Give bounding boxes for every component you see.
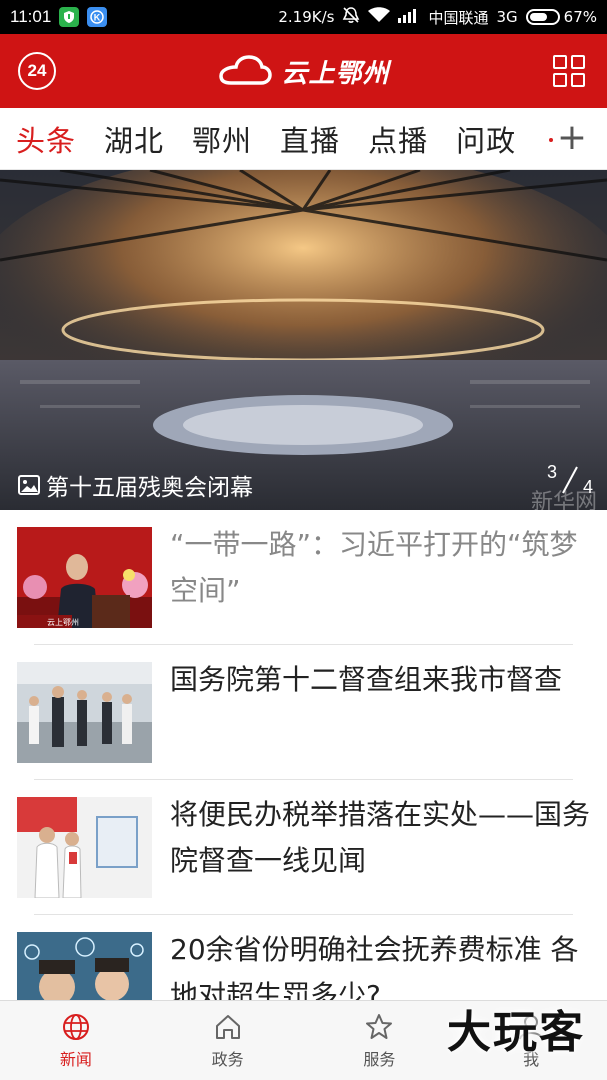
overlay-watermark: 大玩客 bbox=[447, 1007, 585, 1058]
nav-government[interactable]: 政务 bbox=[152, 1001, 304, 1080]
add-channel-button[interactable]: + bbox=[557, 120, 587, 156]
app-header: 24 云上鄂州 bbox=[0, 34, 607, 108]
news-thumbnail: 云上鄂州 bbox=[17, 527, 152, 628]
24-hour-icon[interactable]: 24 bbox=[18, 52, 56, 90]
network-speed: 2.19K/s bbox=[278, 8, 335, 26]
battery-fill bbox=[529, 13, 547, 21]
app-screen: 11:01 K 2.19K/s 中国联通 3G 67% 24 云上鄂州 头条 湖… bbox=[0, 0, 607, 1080]
banner-caption: 第十五届残奥会闭幕 bbox=[18, 468, 253, 502]
slash-icon bbox=[562, 466, 578, 494]
battery-percent: 67% bbox=[563, 8, 597, 26]
svg-text:K: K bbox=[94, 13, 101, 23]
tab-vod[interactable]: 点播 bbox=[368, 118, 428, 160]
carrier: 中国联通 bbox=[428, 8, 489, 27]
star-icon bbox=[366, 1013, 393, 1039]
nav-news-label: 新闻 bbox=[59, 1049, 92, 1069]
banner-current: 3 bbox=[547, 462, 558, 482]
status-bar: 11:01 K 2.19K/s 中国联通 3G 67% bbox=[0, 0, 607, 34]
wifi-icon bbox=[368, 7, 391, 27]
nav-news[interactable]: 新闻 bbox=[0, 1001, 152, 1080]
mute-icon bbox=[342, 6, 360, 28]
banner-carousel[interactable]: 第十五届残奥会闭幕 新华网 3 4 bbox=[0, 170, 607, 510]
globe-icon bbox=[62, 1013, 89, 1040]
home-icon bbox=[215, 1014, 240, 1039]
shield-app-icon bbox=[59, 7, 80, 27]
news-thumbnail bbox=[17, 797, 152, 898]
photo-icon bbox=[18, 475, 40, 495]
nav-government-label: 政务 bbox=[211, 1049, 244, 1069]
banner-image bbox=[0, 170, 607, 510]
news-title: 将便民办税举措落在实处——国务院督查一线见闻 bbox=[170, 798, 591, 877]
tab-wenzheng[interactable]: 问政 bbox=[456, 118, 516, 160]
cloud-logo-icon bbox=[219, 55, 273, 85]
nav-service[interactable]: 服务 bbox=[304, 1001, 456, 1080]
news-item[interactable]: 国务院第十二督查组来我市督查 bbox=[0, 645, 607, 780]
nav-service-label: 服务 bbox=[363, 1049, 396, 1069]
news-thumbnail bbox=[17, 662, 152, 763]
tab-hubei[interactable]: 湖北 bbox=[104, 118, 164, 160]
grid-menu-icon[interactable] bbox=[553, 55, 585, 87]
logo-text: 云上鄂州 bbox=[281, 58, 390, 89]
news-item[interactable]: 将便民办税举措落在实处——国务院督查一线见闻 bbox=[0, 780, 607, 915]
app-logo: 云上鄂州 bbox=[217, 53, 389, 90]
news-list: 云上鄂州 “一带一路”：习近平打开的“筑梦空间” 国务院第十二督查组来我市督查 … bbox=[0, 510, 607, 1050]
banner-counter: 3 4 bbox=[547, 462, 593, 498]
k-app-icon: K bbox=[87, 7, 108, 27]
news-title: 国务院第十二督查组来我市督查 bbox=[170, 663, 563, 696]
status-time: 11:01 bbox=[10, 7, 52, 26]
header-badge: 24 bbox=[27, 61, 47, 80]
banner-caption-text: 第十五届残奥会闭幕 bbox=[46, 475, 253, 501]
signal-icon bbox=[398, 7, 420, 27]
tab-live[interactable]: 直播 bbox=[280, 118, 340, 160]
channel-bar: 头条 湖北 鄂州 直播 点播 问政 + bbox=[0, 108, 607, 170]
scroll-indicator-dot bbox=[549, 138, 553, 142]
battery-icon: 67% bbox=[525, 8, 597, 26]
network-type: 3G bbox=[496, 8, 518, 26]
banner-total: 4 bbox=[582, 477, 593, 497]
tab-toutiao[interactable]: 头条 bbox=[16, 118, 76, 160]
news-item[interactable]: 云上鄂州 “一带一路”：习近平打开的“筑梦空间” bbox=[0, 510, 607, 645]
thumb-watermark: 云上鄂州 bbox=[47, 618, 79, 627]
tab-ezhou[interactable]: 鄂州 bbox=[192, 118, 252, 160]
news-title: “一带一路”：习近平打开的“筑梦空间” bbox=[170, 528, 578, 607]
